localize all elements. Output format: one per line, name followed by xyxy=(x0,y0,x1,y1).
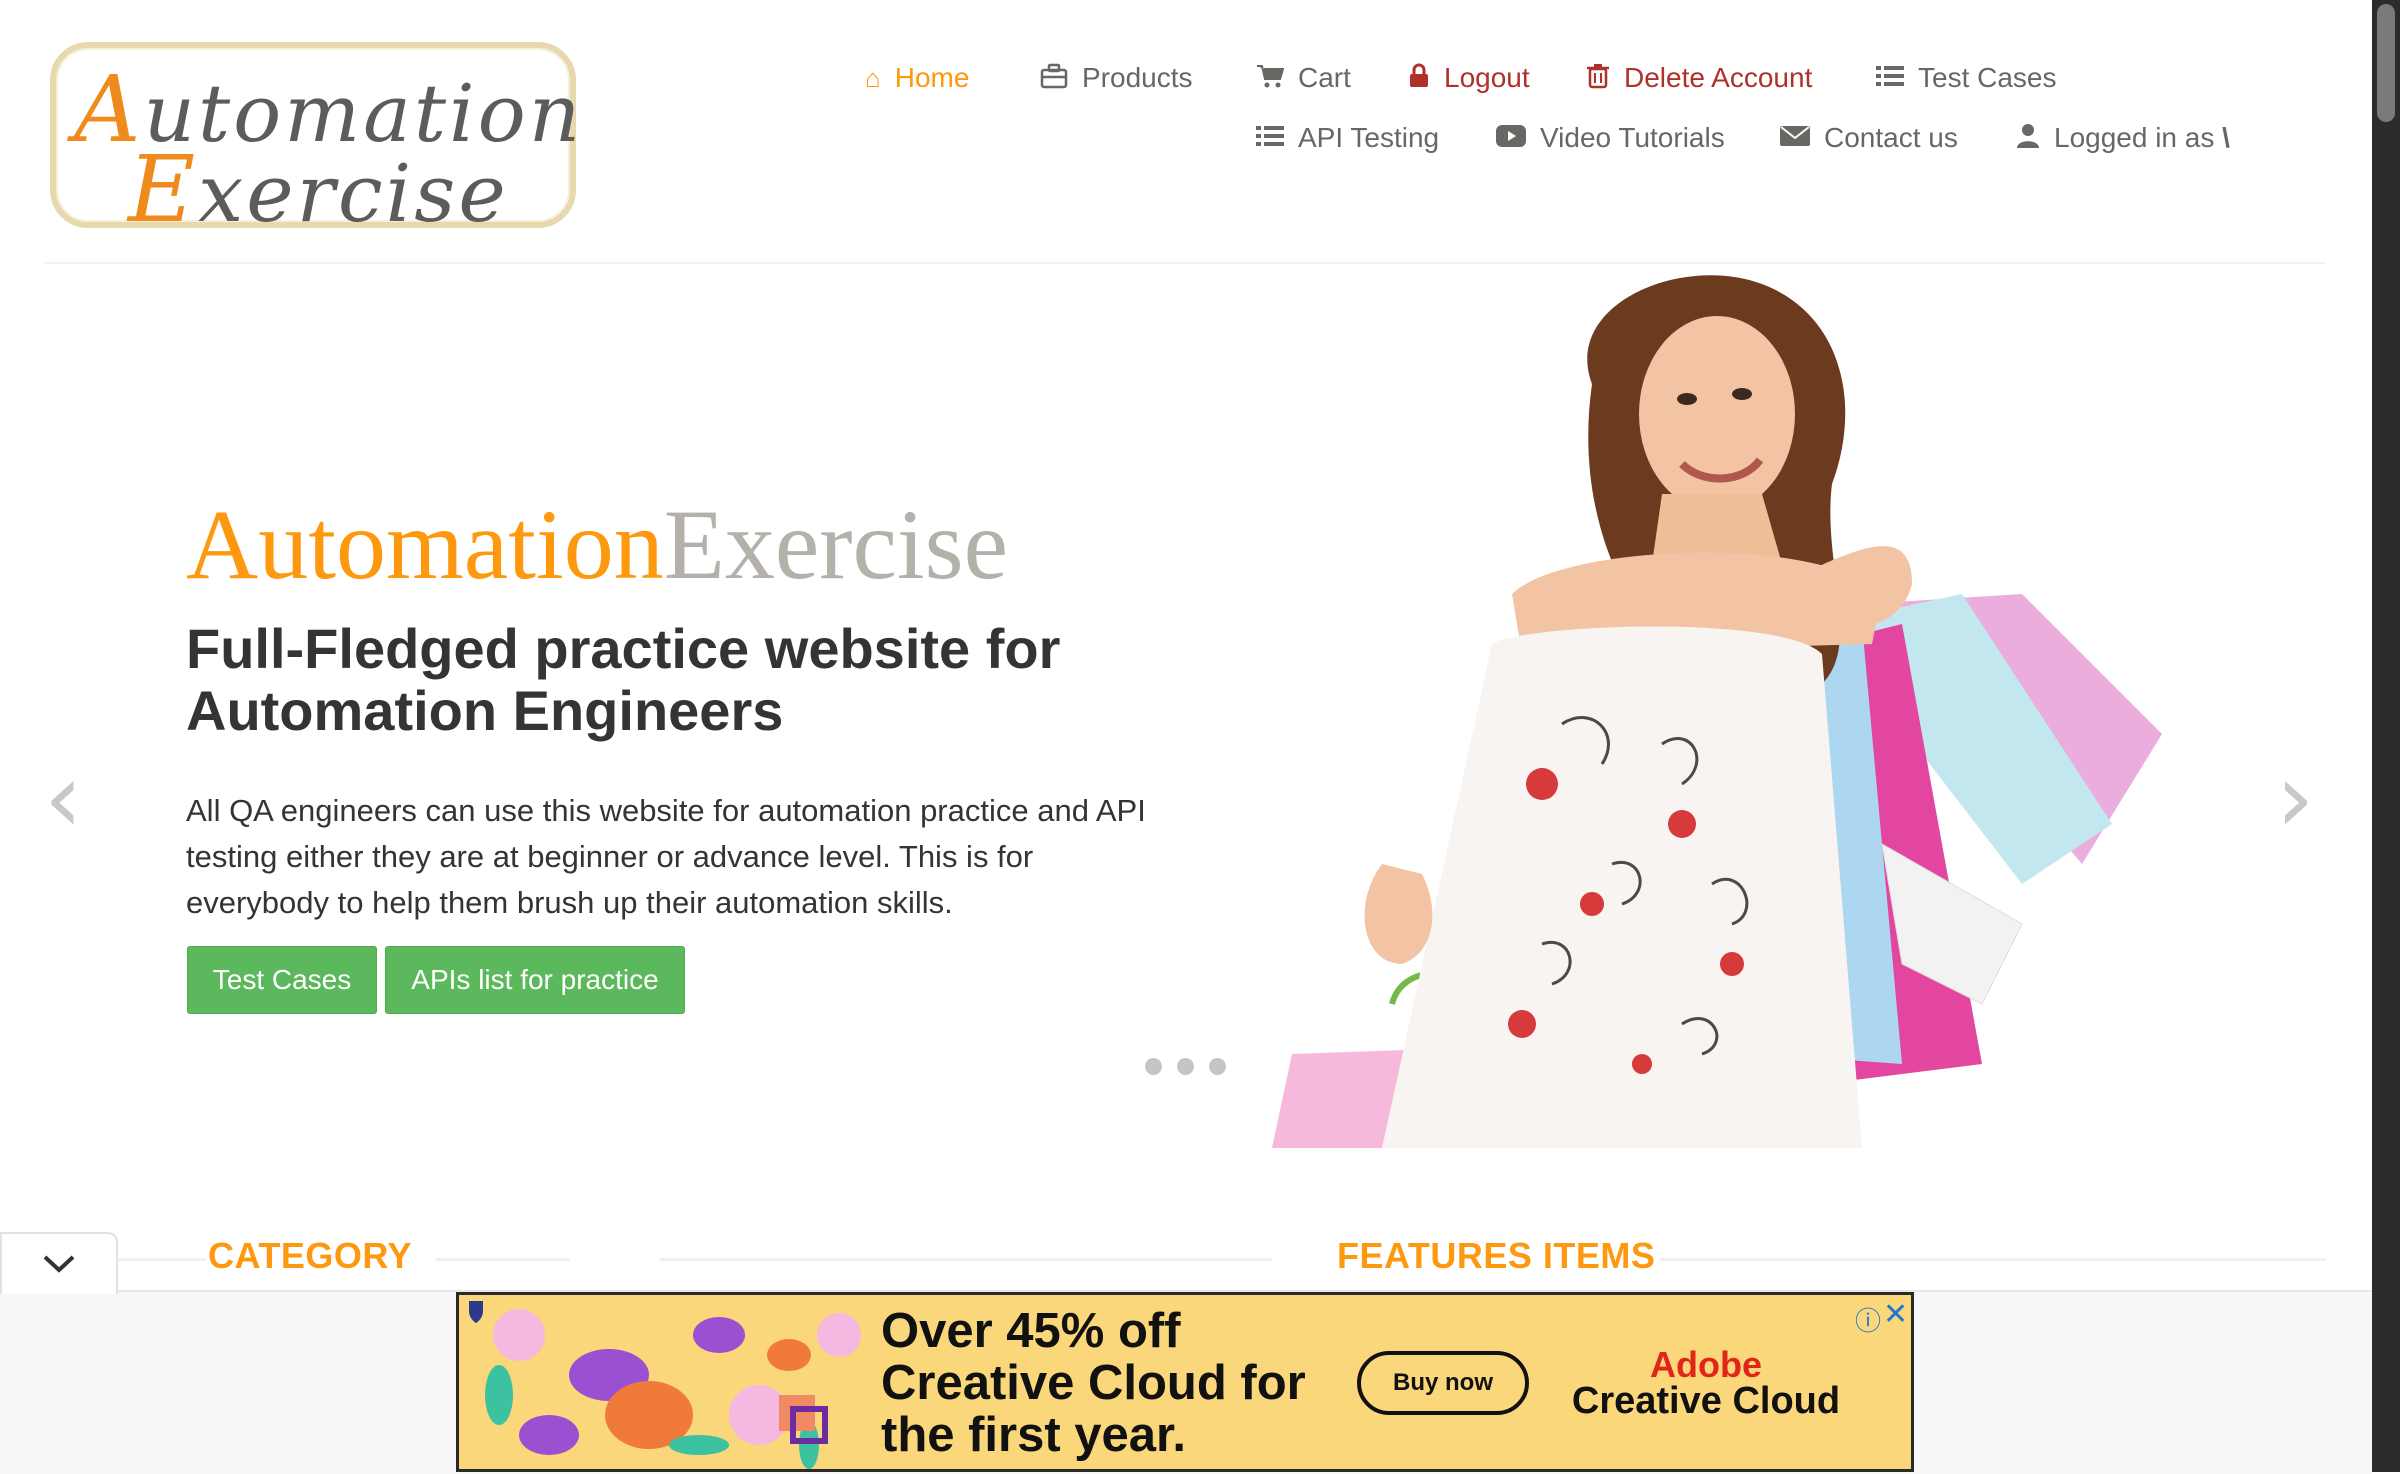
logo-text-line2: Exercise xyxy=(128,136,509,243)
slider-indicator-2[interactable] xyxy=(1177,1058,1194,1075)
ad-brand-logo: Adobe Creative Cloud xyxy=(1571,1344,1841,1422)
nav-logout[interactable]: Logout xyxy=(1408,62,1530,94)
apis-list-button[interactable]: APIs list for practice xyxy=(385,946,685,1014)
category-title-line-left xyxy=(118,1258,206,1261)
envelope-icon xyxy=(1780,124,1810,152)
test-cases-button[interactable]: Test Cases xyxy=(187,946,377,1014)
list-icon xyxy=(1876,64,1904,92)
ad-close-icon[interactable]: ✕ xyxy=(1883,1297,1908,1332)
ad-buy-now-button[interactable]: Buy now xyxy=(1357,1351,1529,1415)
list-icon xyxy=(1256,124,1284,152)
hero-girl-shopping-image xyxy=(1262,264,2212,1148)
category-title-line-right xyxy=(436,1258,570,1261)
slider-indicator-3[interactable] xyxy=(1209,1058,1226,1075)
ad-info-icon[interactable]: ⓘ xyxy=(1855,1301,1881,1338)
nav-contact-us[interactable]: Contact us xyxy=(1780,122,1958,154)
nav-video-tutorials[interactable]: Video Tutorials xyxy=(1496,122,1725,154)
hero-description: All QA engineers can use this website fo… xyxy=(186,793,1146,920)
nav-products[interactable]: Products xyxy=(1040,62,1193,94)
home-icon: ⌂ xyxy=(865,63,881,93)
slider-prev-arrow[interactable]: ‹ xyxy=(44,750,82,846)
cart-icon xyxy=(1256,63,1285,93)
logged-in-username: \ xyxy=(2222,122,2230,153)
features-title-line-left xyxy=(660,1258,1272,1261)
nav-api-testing[interactable]: API Testing xyxy=(1256,122,1439,154)
nav-cart[interactable]: Cart xyxy=(1256,62,1351,94)
lock-icon xyxy=(1408,63,1430,93)
site-logo[interactable]: Automation Exercise xyxy=(50,42,580,243)
user-icon xyxy=(2016,123,2040,153)
briefcase-icon xyxy=(1040,63,1068,93)
slider-indicator-1[interactable] xyxy=(1145,1058,1162,1075)
nav-delete-account[interactable]: Delete Account xyxy=(1586,62,1812,94)
nav-home[interactable]: ⌂ Home xyxy=(865,62,969,94)
adobe-banner-ad[interactable]: Over 45% off Creative Cloud for the firs… xyxy=(456,1292,1914,1472)
page-scrollbar[interactable] xyxy=(2372,0,2400,1472)
hero-brand-title: AutomationExercise xyxy=(186,489,1008,600)
slider-next-arrow[interactable]: › xyxy=(2276,750,2314,846)
scrollbar-thumb[interactable] xyxy=(2377,4,2395,122)
trash-icon xyxy=(1586,63,1610,93)
chevron-down-icon xyxy=(43,1255,75,1273)
nav-logged-in-as[interactable]: Logged in as \ xyxy=(2016,122,2230,154)
nav-test-cases[interactable]: Test Cases xyxy=(1876,62,2057,94)
category-title: CATEGORY xyxy=(208,1235,413,1276)
ad-flowers-illustration xyxy=(459,1295,879,1469)
youtube-play-icon xyxy=(1496,124,1526,152)
features-title-line-right xyxy=(1660,1258,2326,1261)
ad-collapse-tab[interactable] xyxy=(0,1232,118,1294)
hero-heading: Full-Fledged practice website for Automa… xyxy=(186,617,1061,742)
ad-headline: Over 45% off Creative Cloud for the firs… xyxy=(881,1304,1306,1462)
features-items-title: FEATURES ITEMS xyxy=(1337,1235,1656,1276)
